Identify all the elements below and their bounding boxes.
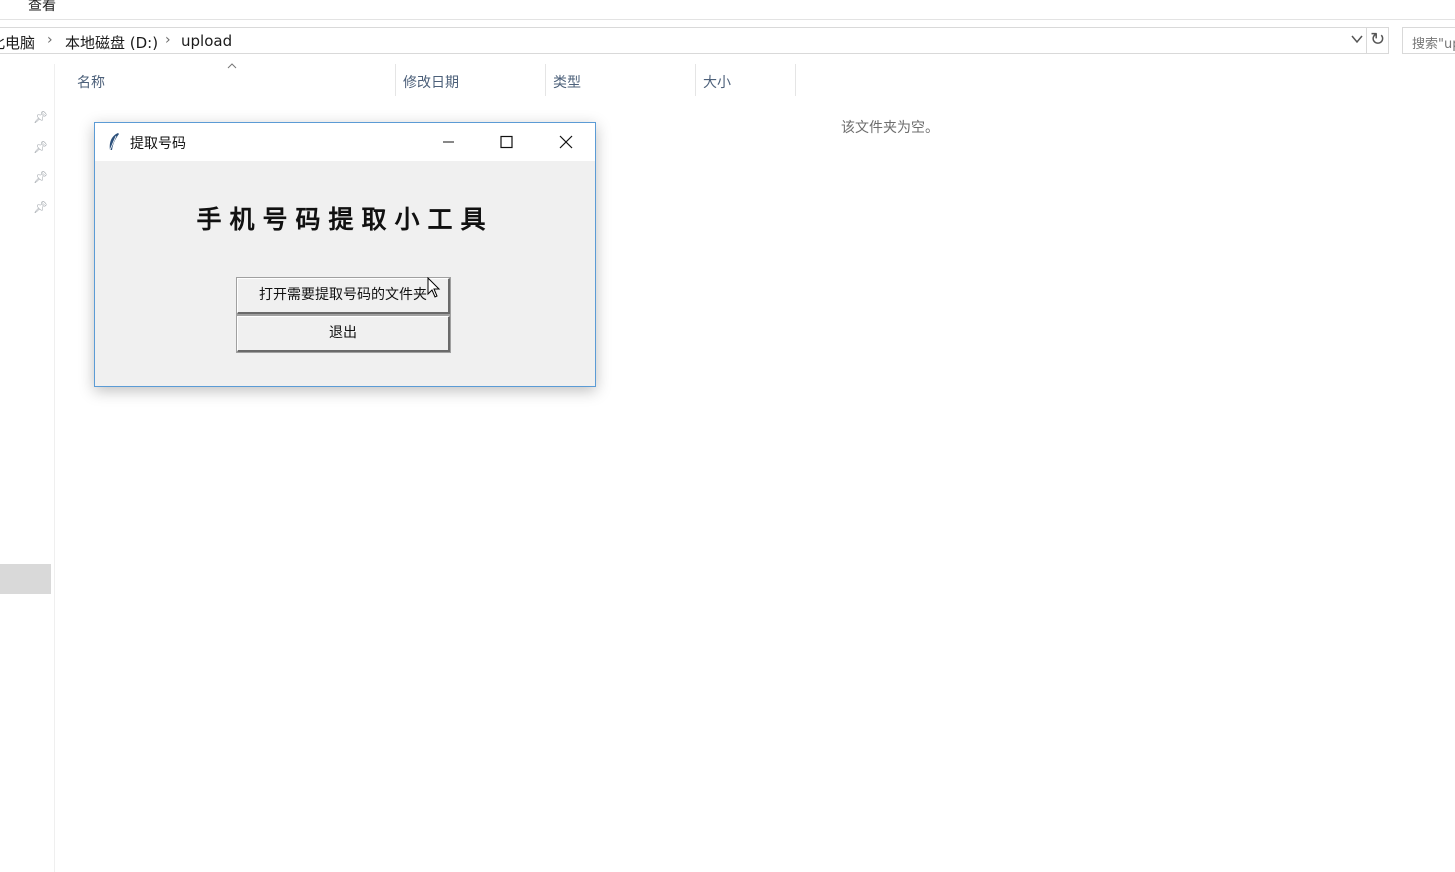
empty-folder-message: 该文件夹为空。 [841,120,939,136]
nav-item-selected[interactable] [0,564,51,594]
breadcrumb-separator-icon[interactable]: › [47,32,53,48]
minimize-button[interactable] [425,123,471,161]
breadcrumb-local-disk[interactable]: 本地磁盘 (D:) [65,32,158,53]
open-folder-button[interactable]: 打开需要提取号码的文件夹 [236,277,451,315]
minimize-icon [443,141,454,143]
column-divider[interactable] [795,64,796,96]
ribbon-tabs: 查看 [0,0,1455,20]
breadcrumb-separator-icon[interactable]: › [165,32,171,48]
dialog-title: 提取号码 [130,136,186,152]
navigation-pane: 📌︎ 📌︎ 📌︎ 📌︎ [0,64,55,872]
dialog-heading: 手机号码提取小工具 [196,205,494,234]
column-header-size[interactable]: 大小 [696,64,796,96]
search-box[interactable]: 搜索"upload" [1402,27,1455,54]
search-placeholder: 搜索"upload" [1412,37,1455,52]
mouse-cursor-icon [427,277,441,298]
extract-dialog: 提取号码 手机号码提取小工具 打开需要提取号码的文件夹 退出 [94,122,596,387]
feather-icon [109,133,119,151]
dialog-titlebar[interactable]: 提取号码 [95,123,595,161]
pin-icon[interactable]: 📌︎ [33,140,48,154]
view-tab[interactable]: 查看 [28,0,56,15]
column-header-name[interactable]: 名称 [70,64,396,96]
column-header-type[interactable]: 类型 [546,64,696,96]
pin-icon[interactable]: 📌︎ [33,110,48,124]
exit-button[interactable]: 退出 [236,315,451,353]
breadcrumb-upload[interactable]: upload [181,32,232,50]
address-divider [1366,28,1367,53]
column-header-modified[interactable]: 修改日期 [396,64,546,96]
maximize-icon [500,135,513,149]
breadcrumb-this-pc[interactable]: 此电脑 [0,32,35,53]
refresh-icon[interactable]: ↻ [1370,29,1385,50]
pin-icon[interactable]: 📌︎ [33,170,48,184]
close-button[interactable] [542,123,588,161]
address-bar[interactable]: 此电脑 › 本地磁盘 (D:) › upload ↻ [0,27,1389,54]
maximize-button[interactable] [483,123,529,161]
pin-icon[interactable]: 📌︎ [33,200,48,214]
chevron-down-icon[interactable] [1350,32,1364,49]
close-icon [559,135,573,149]
